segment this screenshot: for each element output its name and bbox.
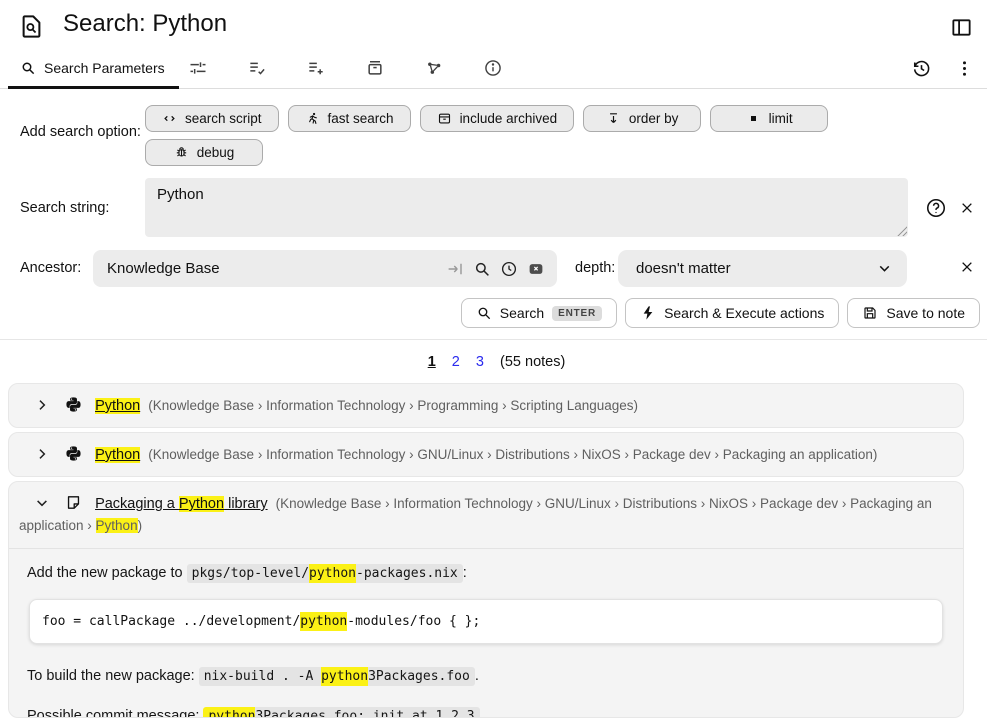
pagination-page-2[interactable]: 2 bbox=[452, 354, 460, 370]
search-execute-button[interactable]: Search & Execute actions bbox=[625, 298, 839, 328]
search-string-label: Search string: bbox=[20, 200, 109, 216]
result-title-link[interactable]: Python bbox=[95, 398, 140, 414]
enter-kbd-badge: ENTER bbox=[552, 306, 602, 321]
content-paragraph: To build the new package: nix-build . -A… bbox=[27, 666, 945, 686]
content-paragraph: Possible commit message: python3Packages… bbox=[27, 706, 945, 718]
result-note-path: (Knowledge Base › Information Technology… bbox=[148, 447, 877, 462]
debug-button[interactable]: debug bbox=[145, 139, 263, 166]
content-paragraph: Add the new package to pkgs/top-level/py… bbox=[27, 563, 945, 583]
pagination: 1 2 3 (55 notes) bbox=[0, 354, 987, 370]
pagination-current-page: 1 bbox=[428, 354, 436, 370]
bug-icon bbox=[174, 145, 189, 160]
note-preview-content: Add the new package to pkgs/top-level/py… bbox=[9, 549, 963, 719]
kebab-menu-icon[interactable] bbox=[954, 58, 975, 79]
ancestor-label: Ancestor: bbox=[20, 260, 81, 276]
history-icon[interactable] bbox=[911, 58, 932, 79]
search-icon bbox=[476, 305, 492, 321]
chevron-right-icon[interactable] bbox=[35, 398, 49, 412]
result-note-path: (Knowledge Base › Information Technology… bbox=[148, 398, 638, 413]
archive-icon bbox=[437, 111, 452, 126]
depth-label: depth: bbox=[575, 260, 615, 276]
saved-search-note-icon bbox=[18, 13, 45, 40]
app-window: Search: Python Search Parameters bbox=[0, 0, 987, 725]
square-icon bbox=[746, 111, 761, 126]
result-title-link[interactable]: Packaging a Python library bbox=[95, 496, 268, 512]
depth-select[interactable]: doesn't matter bbox=[618, 250, 907, 287]
page-title: Search: Python bbox=[63, 10, 227, 38]
remove-ancestor-icon[interactable] bbox=[959, 259, 975, 275]
sliders-icon[interactable] bbox=[188, 58, 208, 78]
fast-search-button[interactable]: fast search bbox=[288, 105, 411, 132]
pagination-page-3[interactable]: 3 bbox=[476, 354, 484, 370]
tab-search-parameters[interactable]: Search Parameters bbox=[8, 50, 179, 89]
depth-selected-value: doesn't matter bbox=[636, 260, 876, 277]
include-archived-button[interactable]: include archived bbox=[420, 105, 575, 132]
search-button[interactable]: Search ENTER bbox=[461, 298, 617, 328]
ancestor-field bbox=[93, 250, 557, 287]
ribbon-icon-group bbox=[188, 50, 503, 86]
python-logo-icon bbox=[65, 445, 82, 462]
clear-input-icon[interactable] bbox=[527, 260, 545, 278]
ribbon-bar: Search Parameters bbox=[0, 50, 987, 89]
archive-box-icon[interactable] bbox=[365, 58, 385, 78]
chevron-right-icon[interactable] bbox=[35, 447, 49, 461]
search-icon bbox=[20, 60, 36, 76]
add-search-option-label: Add search option: bbox=[20, 124, 141, 140]
code-icon bbox=[162, 111, 177, 126]
divider bbox=[0, 339, 987, 340]
arrow-down-to-bar-icon bbox=[606, 111, 621, 126]
save-to-note-button[interactable]: Save to note bbox=[847, 298, 980, 328]
search-script-button[interactable]: search script bbox=[145, 105, 279, 132]
result-title-link[interactable]: Python bbox=[95, 447, 140, 463]
search-result-item-1[interactable]: Python (Knowledge Base › Information Tec… bbox=[8, 383, 964, 428]
bolt-icon bbox=[640, 305, 656, 321]
limit-button[interactable]: limit bbox=[710, 105, 828, 132]
info-icon[interactable] bbox=[483, 58, 503, 78]
search-icon[interactable] bbox=[473, 260, 491, 278]
save-icon bbox=[862, 305, 878, 321]
chevron-down-icon bbox=[876, 260, 893, 277]
list-plus-icon[interactable] bbox=[306, 58, 326, 78]
search-result-item-2[interactable]: Python (Knowledge Base › Information Tec… bbox=[8, 432, 964, 477]
search-action-buttons: Search ENTER Search & Execute actions Sa… bbox=[461, 298, 980, 328]
ribbon-right-group bbox=[911, 50, 975, 86]
help-icon[interactable] bbox=[925, 197, 947, 219]
tab-label: Search Parameters bbox=[44, 60, 165, 76]
search-result-item-3-expanded[interactable]: Packaging a Python library (Knowledge Ba… bbox=[8, 481, 964, 718]
pagination-note-count: (55 notes) bbox=[500, 354, 565, 370]
code-block: foo = callPackage ../development/python-… bbox=[29, 599, 943, 644]
list-check-icon[interactable] bbox=[247, 58, 267, 78]
note-map-share-icon[interactable] bbox=[424, 58, 444, 78]
chevron-down-icon[interactable] bbox=[35, 496, 49, 510]
recent-notes-clock-icon[interactable] bbox=[500, 260, 518, 278]
remove-search-string-icon[interactable] bbox=[959, 200, 975, 216]
python-logo-icon bbox=[65, 396, 82, 413]
resize-handle-icon[interactable] bbox=[896, 225, 907, 236]
jump-to-note-icon[interactable] bbox=[446, 260, 464, 278]
run-icon bbox=[305, 111, 320, 126]
search-string-input[interactable]: Python bbox=[145, 178, 908, 237]
ancestor-input[interactable] bbox=[93, 250, 437, 287]
order-by-button[interactable]: order by bbox=[583, 105, 701, 132]
sidebar-toggle-icon[interactable] bbox=[950, 16, 973, 39]
note-icon bbox=[65, 494, 82, 511]
